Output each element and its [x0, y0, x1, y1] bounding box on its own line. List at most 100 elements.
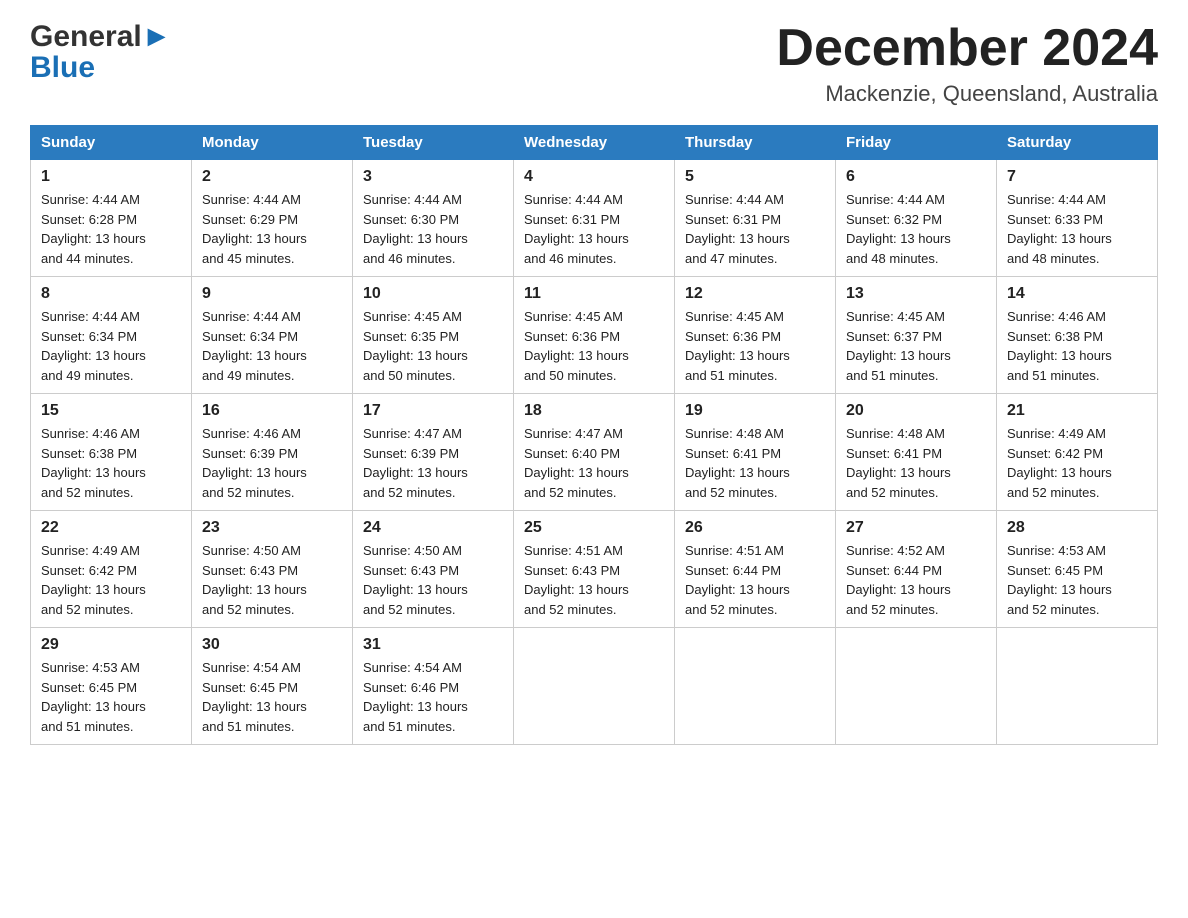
day-info: Sunrise: 4:45 AMSunset: 6:37 PMDaylight:…	[846, 307, 986, 385]
day-number: 15	[41, 402, 181, 420]
calendar-cell: 28 Sunrise: 4:53 AMSunset: 6:45 PMDayligh…	[997, 511, 1158, 628]
calendar-header-row: SundayMondayTuesdayWednesdayThursdayFrid…	[31, 126, 1158, 160]
day-number: 1	[41, 168, 181, 186]
day-info: Sunrise: 4:48 AMSunset: 6:41 PMDaylight:…	[685, 424, 825, 502]
day-info: Sunrise: 4:45 AMSunset: 6:36 PMDaylight:…	[524, 307, 664, 385]
day-number: 31	[363, 636, 503, 654]
calendar-table: SundayMondayTuesdayWednesdayThursdayFrid…	[30, 125, 1158, 745]
calendar-cell: 30 Sunrise: 4:54 AMSunset: 6:45 PMDayligh…	[192, 628, 353, 745]
day-info: Sunrise: 4:50 AMSunset: 6:43 PMDaylight:…	[202, 541, 342, 619]
day-number: 2	[202, 168, 342, 186]
calendar-cell: 29Sunrise: 4:53 AMSunset: 6:45 PMDayligh…	[31, 628, 192, 745]
day-number: 27	[846, 519, 986, 537]
day-number: 30	[202, 636, 342, 654]
calendar-cell: 11 Sunrise: 4:45 AMSunset: 6:36 PMDayligh…	[514, 277, 675, 394]
header-monday: Monday	[192, 126, 353, 160]
calendar-week-row: 22Sunrise: 4:49 AMSunset: 6:42 PMDayligh…	[31, 511, 1158, 628]
day-info: Sunrise: 4:44 AMSunset: 6:32 PMDaylight:…	[846, 190, 986, 268]
calendar-cell: 27Sunrise: 4:52 AMSunset: 6:44 PMDayligh…	[836, 511, 997, 628]
calendar-cell: 24 Sunrise: 4:50 AMSunset: 6:43 PMDayligh…	[353, 511, 514, 628]
day-number: 22	[41, 519, 181, 537]
calendar-cell	[514, 628, 675, 745]
day-info: Sunrise: 4:54 AMSunset: 6:46 PMDaylight:…	[363, 658, 503, 736]
calendar-week-row: 8 Sunrise: 4:44 AMSunset: 6:34 PMDaylight…	[31, 277, 1158, 394]
day-number: 26	[685, 519, 825, 537]
calendar-week-row: 29Sunrise: 4:53 AMSunset: 6:45 PMDayligh…	[31, 628, 1158, 745]
day-number: 8	[41, 285, 181, 303]
header-sunday: Sunday	[31, 126, 192, 160]
day-number: 16	[202, 402, 342, 420]
calendar-cell: 2Sunrise: 4:44 AMSunset: 6:29 PMDaylight…	[192, 160, 353, 277]
calendar-cell	[836, 628, 997, 745]
day-number: 11	[524, 285, 664, 303]
day-number: 6	[846, 168, 986, 186]
calendar-cell: 9 Sunrise: 4:44 AMSunset: 6:34 PMDaylight…	[192, 277, 353, 394]
day-info: Sunrise: 4:46 AMSunset: 6:38 PMDaylight:…	[41, 424, 181, 502]
day-info: Sunrise: 4:50 AMSunset: 6:43 PMDaylight:…	[363, 541, 503, 619]
calendar-cell: 7 Sunrise: 4:44 AMSunset: 6:33 PMDaylight…	[997, 160, 1158, 277]
day-number: 21	[1007, 402, 1147, 420]
day-info: Sunrise: 4:45 AMSunset: 6:36 PMDaylight:…	[685, 307, 825, 385]
calendar-cell: 8Sunrise: 4:44 AMSunset: 6:34 PMDaylight…	[31, 277, 192, 394]
title-area: December 2024 Mackenzie, Queensland, Aus…	[776, 20, 1158, 107]
day-info: Sunrise: 4:44 AMSunset: 6:34 PMDaylight:…	[202, 307, 342, 385]
day-info: Sunrise: 4:51 AMSunset: 6:44 PMDaylight:…	[685, 541, 825, 619]
day-number: 23	[202, 519, 342, 537]
header-tuesday: Tuesday	[353, 126, 514, 160]
day-info: Sunrise: 4:44 AMSunset: 6:30 PMDaylight:…	[363, 190, 503, 268]
day-info: Sunrise: 4:46 AMSunset: 6:39 PMDaylight:…	[202, 424, 342, 502]
calendar-cell: 3 Sunrise: 4:44 AMSunset: 6:30 PMDaylight…	[353, 160, 514, 277]
day-info: Sunrise: 4:53 AMSunset: 6:45 PMDaylight:…	[1007, 541, 1147, 619]
calendar-cell: 18 Sunrise: 4:47 AMSunset: 6:40 PMDayligh…	[514, 394, 675, 511]
day-number: 9	[202, 285, 342, 303]
header-friday: Friday	[836, 126, 997, 160]
calendar-cell	[675, 628, 836, 745]
day-info: Sunrise: 4:44 AMSunset: 6:33 PMDaylight:…	[1007, 190, 1147, 268]
day-info: Sunrise: 4:44 AMSunset: 6:28 PMDaylight:…	[41, 190, 181, 268]
calendar-week-row: 15 Sunrise: 4:46 AMSunset: 6:38 PMDayligh…	[31, 394, 1158, 511]
header-wednesday: Wednesday	[514, 126, 675, 160]
day-number: 17	[363, 402, 503, 420]
day-info: Sunrise: 4:47 AMSunset: 6:40 PMDaylight:…	[524, 424, 664, 502]
calendar-cell: 5Sunrise: 4:44 AMSunset: 6:31 PMDaylight…	[675, 160, 836, 277]
calendar-cell: 16 Sunrise: 4:46 AMSunset: 6:39 PMDayligh…	[192, 394, 353, 511]
day-number: 3	[363, 168, 503, 186]
calendar-cell: 22Sunrise: 4:49 AMSunset: 6:42 PMDayligh…	[31, 511, 192, 628]
day-info: Sunrise: 4:47 AMSunset: 6:39 PMDaylight:…	[363, 424, 503, 502]
month-year-title: December 2024	[776, 20, 1158, 77]
calendar-week-row: 1 Sunrise: 4:44 AMSunset: 6:28 PMDaylight…	[31, 160, 1158, 277]
day-number: 14	[1007, 285, 1147, 303]
header-thursday: Thursday	[675, 126, 836, 160]
day-number: 18	[524, 402, 664, 420]
calendar-cell: 10Sunrise: 4:45 AMSunset: 6:35 PMDayligh…	[353, 277, 514, 394]
day-number: 24	[363, 519, 503, 537]
calendar-cell: 23 Sunrise: 4:50 AMSunset: 6:43 PMDayligh…	[192, 511, 353, 628]
day-info: Sunrise: 4:48 AMSunset: 6:41 PMDaylight:…	[846, 424, 986, 502]
calendar-cell: 21 Sunrise: 4:49 AMSunset: 6:42 PMDayligh…	[997, 394, 1158, 511]
day-number: 20	[846, 402, 986, 420]
calendar-cell: 13Sunrise: 4:45 AMSunset: 6:37 PMDayligh…	[836, 277, 997, 394]
day-number: 29	[41, 636, 181, 654]
day-number: 10	[363, 285, 503, 303]
calendar-cell	[997, 628, 1158, 745]
calendar-cell: 31 Sunrise: 4:54 AMSunset: 6:46 PMDayligh…	[353, 628, 514, 745]
logo: General► Blue	[30, 20, 171, 84]
logo-general-text: General	[30, 20, 142, 53]
calendar-cell: 6 Sunrise: 4:44 AMSunset: 6:32 PMDaylight…	[836, 160, 997, 277]
location-subtitle: Mackenzie, Queensland, Australia	[776, 81, 1158, 107]
logo-arrow-icon: ►	[142, 20, 172, 53]
day-number: 7	[1007, 168, 1147, 186]
day-number: 19	[685, 402, 825, 420]
logo-line2: Blue	[30, 51, 171, 84]
day-number: 28	[1007, 519, 1147, 537]
day-number: 25	[524, 519, 664, 537]
calendar-cell: 12Sunrise: 4:45 AMSunset: 6:36 PMDayligh…	[675, 277, 836, 394]
calendar-cell: 19 Sunrise: 4:48 AMSunset: 6:41 PMDayligh…	[675, 394, 836, 511]
calendar-cell: 17 Sunrise: 4:47 AMSunset: 6:39 PMDayligh…	[353, 394, 514, 511]
day-info: Sunrise: 4:44 AMSunset: 6:31 PMDaylight:…	[524, 190, 664, 268]
logo-line1: General►	[30, 20, 171, 53]
day-info: Sunrise: 4:49 AMSunset: 6:42 PMDaylight:…	[1007, 424, 1147, 502]
day-info: Sunrise: 4:54 AMSunset: 6:45 PMDaylight:…	[202, 658, 342, 736]
day-info: Sunrise: 4:46 AMSunset: 6:38 PMDaylight:…	[1007, 307, 1147, 385]
day-number: 5	[685, 168, 825, 186]
